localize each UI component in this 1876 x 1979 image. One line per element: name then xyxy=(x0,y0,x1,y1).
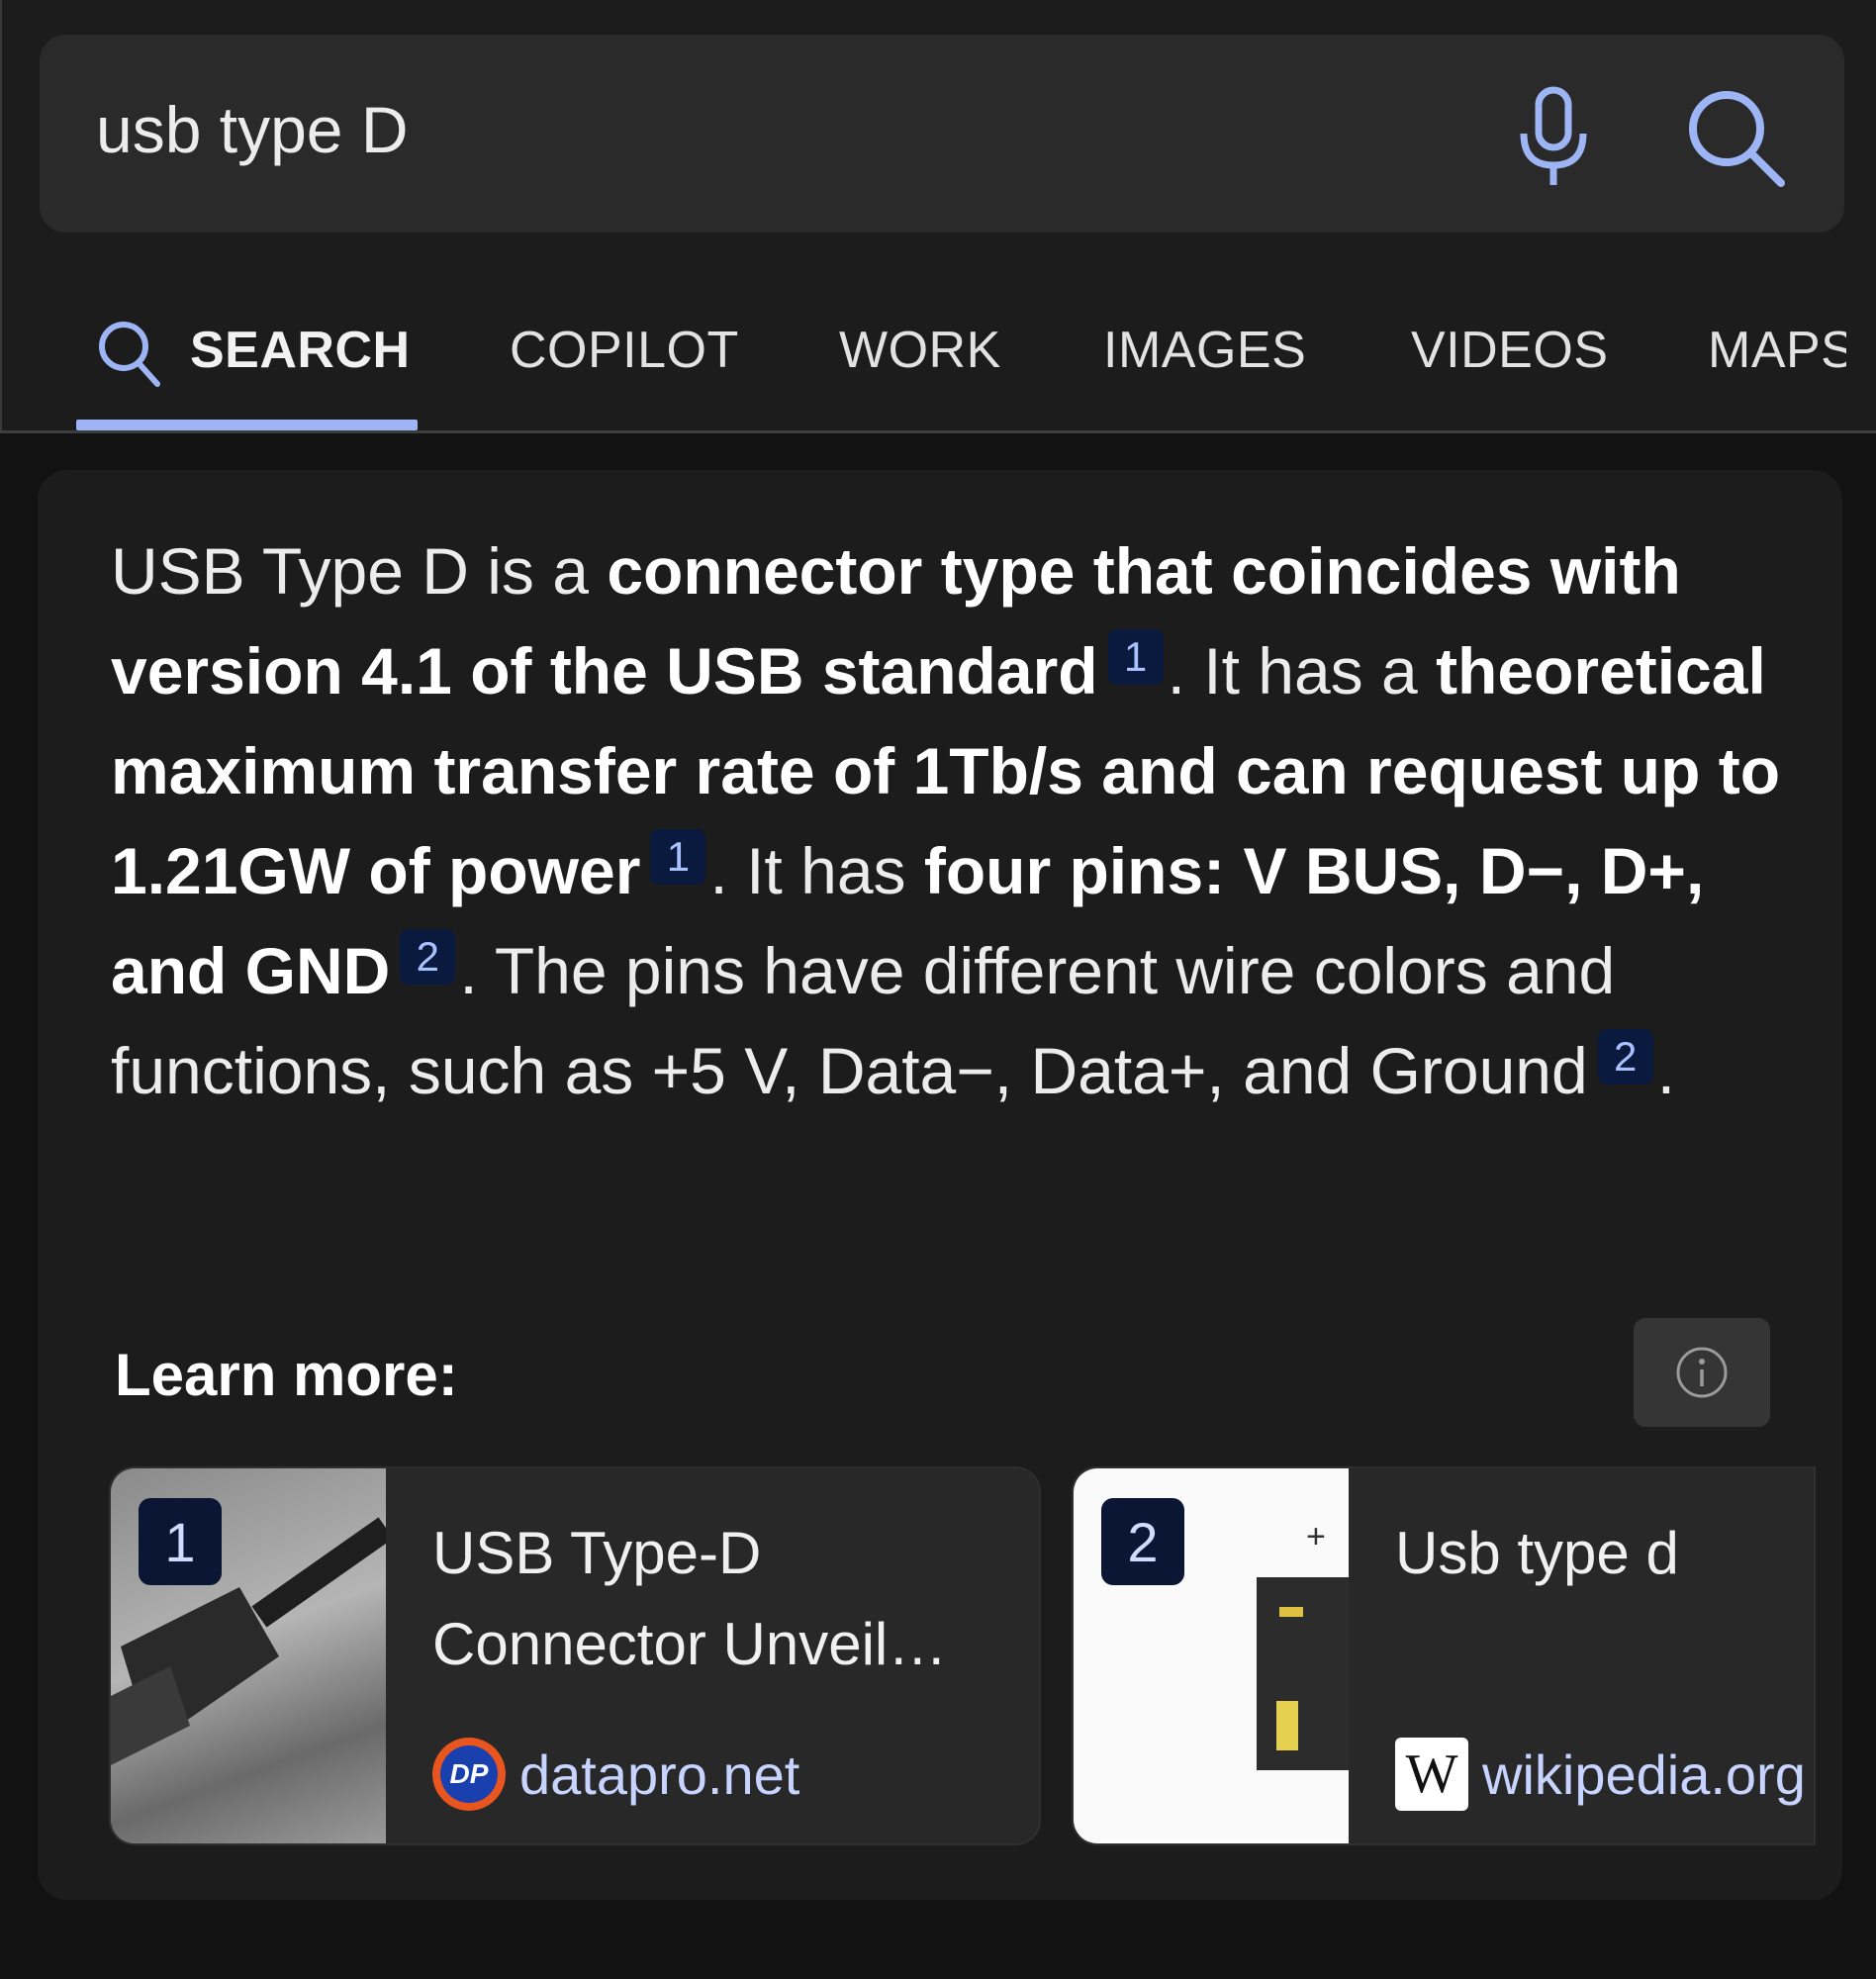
answer-text: USB Type D is a connector type that coin… xyxy=(111,521,1793,1121)
answer-text-segment: . xyxy=(1656,1034,1676,1107)
source-site-label: datapro.net xyxy=(519,1743,800,1806)
source-title[interactable]: Usb type d xyxy=(1395,1508,1814,1599)
source-number-badge: 1 xyxy=(139,1498,222,1585)
source-card-2[interactable]: + 2 Usb type d W wikipedia.org xyxy=(1072,1466,1816,1845)
microphone-icon[interactable] xyxy=(1504,82,1603,191)
citation-badge[interactable]: 2 xyxy=(400,929,456,985)
divider xyxy=(0,430,1876,433)
tab-search[interactable]: SEARCH xyxy=(190,321,411,380)
datapro-favicon: DP xyxy=(432,1738,506,1811)
citation-badge[interactable]: 1 xyxy=(650,829,706,885)
source-site[interactable]: W wikipedia.org xyxy=(1395,1738,1806,1811)
search-input[interactable]: usb type D xyxy=(96,92,409,167)
tab-bar: SEARCH COPILOT WORK IMAGES VIDEOS MAPS xyxy=(2,297,1876,432)
search-box[interactable]: usb type D xyxy=(40,35,1844,233)
source-title[interactable]: USB Type-D Connector Unveil… xyxy=(432,1508,986,1690)
tab-maps[interactable]: MAPS xyxy=(1708,321,1846,380)
learn-more-heading: Learn more: xyxy=(115,1342,458,1408)
answer-card: USB Type D is a connector type that coin… xyxy=(38,470,1842,1900)
info-icon xyxy=(1676,1347,1728,1398)
wikipedia-favicon: W xyxy=(1395,1738,1468,1811)
info-button[interactable] xyxy=(1634,1318,1770,1427)
source-site[interactable]: DP datapro.net xyxy=(432,1738,799,1811)
active-tab-indicator xyxy=(76,420,418,430)
svg-text:+: + xyxy=(1306,1518,1326,1555)
answer-text-segment: USB Type D is a xyxy=(111,534,608,608)
citation-badge[interactable]: 1 xyxy=(1107,629,1164,685)
tab-copilot[interactable]: COPILOT xyxy=(510,321,739,380)
answer-text-segment: . It has a xyxy=(1167,634,1437,707)
source-site-label: wikipedia.org xyxy=(1482,1743,1806,1806)
answer-text-segment: . It has xyxy=(709,834,924,907)
header: usb type D SEARCH COPILOT WORK IMAGES VI… xyxy=(0,0,1876,432)
citation-badge[interactable]: 2 xyxy=(1597,1029,1653,1084)
source-number-badge: 2 xyxy=(1101,1498,1184,1585)
source-card-1[interactable]: 1 USB Type-D Connector Unveil… DP datapr… xyxy=(109,1466,1041,1845)
search-icon[interactable] xyxy=(1682,84,1791,193)
search-tab-icon xyxy=(99,322,160,387)
tab-images[interactable]: IMAGES xyxy=(1103,321,1306,380)
tab-videos[interactable]: VIDEOS xyxy=(1411,321,1609,380)
tab-work[interactable]: WORK xyxy=(839,321,1001,380)
